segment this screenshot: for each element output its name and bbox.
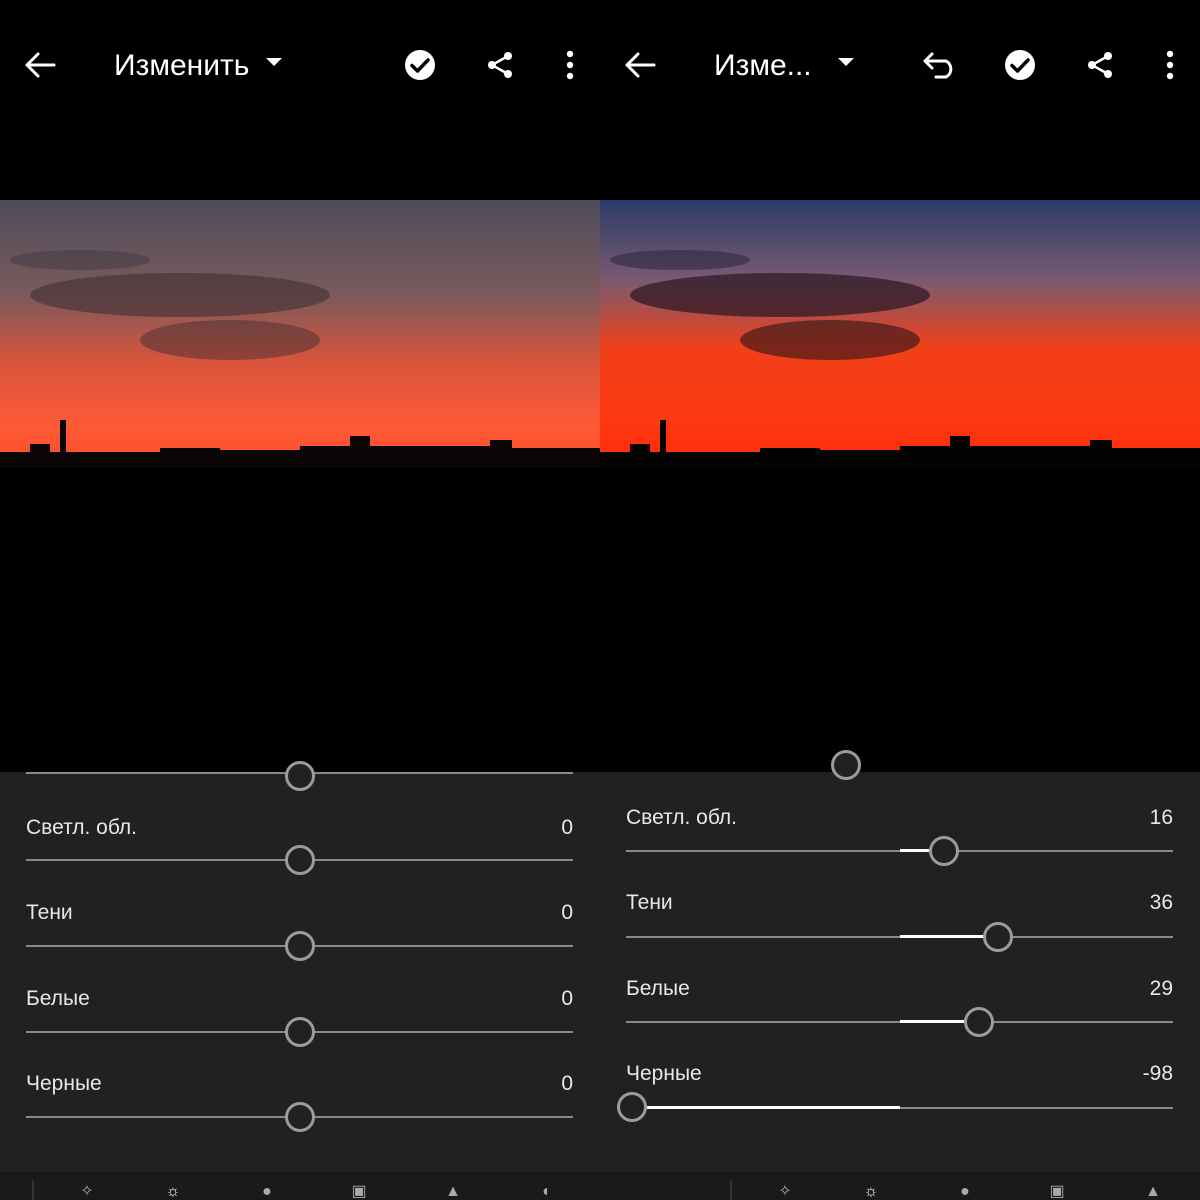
- undo-icon[interactable]: [920, 45, 960, 85]
- optics-icon[interactable]: ◐: [534, 1184, 560, 1200]
- shadows-value: 36: [1149, 891, 1173, 914]
- share-icon[interactable]: [480, 45, 520, 85]
- whites-value: 0: [561, 987, 573, 1010]
- more-vertical-icon[interactable]: [550, 45, 590, 85]
- shadows-label: Тени: [626, 891, 673, 914]
- blacks-value: 0: [561, 1072, 573, 1095]
- whites-slider-thumb[interactable]: [285, 1017, 315, 1047]
- highlights-label: Светл. обл.: [26, 816, 137, 839]
- blacks-label: Черные: [626, 1062, 702, 1085]
- blacks-value: -98: [1142, 1062, 1173, 1085]
- whites-label: Белые: [626, 977, 690, 1000]
- detail-icon[interactable]: ▲: [1140, 1184, 1166, 1200]
- blacks-label: Черные: [26, 1072, 102, 1095]
- effects-icon[interactable]: ▣: [1044, 1184, 1070, 1200]
- slider-thumb-partial[interactable]: [831, 750, 861, 780]
- whites-slider-thumb[interactable]: [964, 1007, 994, 1037]
- color-icon[interactable]: ●: [952, 1184, 978, 1200]
- editor-pane-before: Изменить Светл. обл. 0 Тени 0 Белые 0 Че…: [0, 0, 600, 1200]
- highlights-value: 0: [561, 816, 573, 839]
- detail-icon[interactable]: ▲: [440, 1184, 466, 1200]
- light-adjustments-panel: Светл. обл. 0 Тени 0 Белые 0 Черные 0: [0, 761, 600, 1172]
- highlights-label: Светл. обл.: [626, 806, 737, 829]
- checkmark-circle-icon[interactable]: [1000, 45, 1040, 85]
- back-arrow-icon[interactable]: [620, 45, 660, 85]
- highlights-slider-thumb[interactable]: [929, 836, 959, 866]
- shadows-slider-thumb[interactable]: [285, 931, 315, 961]
- edit-mode-title[interactable]: Изменить: [114, 46, 249, 86]
- blacks-slider-thumb[interactable]: [617, 1092, 647, 1122]
- whites-label: Белые: [26, 987, 90, 1010]
- color-icon[interactable]: ●: [254, 1184, 280, 1200]
- auto-enhance-icon[interactable]: ✧: [74, 1184, 100, 1200]
- more-vertical-icon[interactable]: [1150, 45, 1190, 85]
- shadows-label: Тени: [26, 901, 73, 924]
- top-toolbar: Изменить: [0, 0, 600, 130]
- photo-preview-after: [600, 200, 1200, 468]
- effects-icon[interactable]: ▣: [346, 1184, 372, 1200]
- top-toolbar: Изме...: [600, 0, 1200, 130]
- tool-divider: [730, 1180, 732, 1200]
- light-icon[interactable]: ☼: [858, 1184, 884, 1200]
- photo-preview-before: [0, 200, 600, 468]
- share-icon[interactable]: [1080, 45, 1120, 85]
- light-icon[interactable]: ☼: [160, 1184, 186, 1200]
- blacks-slider-fill: [632, 1106, 900, 1109]
- editor-pane-after: Изме... Светл. обл. 16 Тени 36 Белые 29 …: [600, 0, 1200, 1200]
- chevron-down-icon[interactable]: [266, 58, 282, 66]
- shadows-value: 0: [561, 901, 573, 924]
- back-arrow-icon[interactable]: [20, 45, 60, 85]
- checkmark-circle-icon[interactable]: [400, 45, 440, 85]
- blacks-slider-thumb[interactable]: [285, 1102, 315, 1132]
- light-adjustments-panel: Светл. обл. 16 Тени 36 Белые 29 Черные -…: [600, 750, 1200, 1172]
- shadows-slider-thumb[interactable]: [983, 922, 1013, 952]
- edit-mode-title[interactable]: Изме...: [714, 46, 812, 86]
- tool-divider: [32, 1180, 34, 1200]
- whites-value: 29: [1149, 977, 1173, 1000]
- tool-tabs-bar: ✧ ☼ ● ▣ ▲: [600, 1172, 1200, 1200]
- chevron-down-icon[interactable]: [838, 58, 854, 66]
- slider-thumb-partial[interactable]: [285, 761, 315, 791]
- auto-enhance-icon[interactable]: ✧: [772, 1184, 798, 1200]
- highlights-slider-thumb[interactable]: [285, 845, 315, 875]
- highlights-value: 16: [1149, 806, 1173, 829]
- tool-tabs-bar: ✧ ☼ ● ▣ ▲ ◐: [0, 1172, 600, 1200]
